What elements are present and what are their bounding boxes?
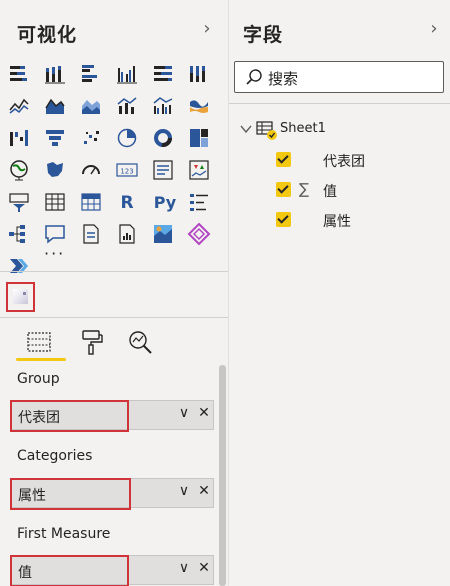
sheet-table-label[interactable]: Sheet1 <box>280 121 326 136</box>
treemap-icon[interactable] <box>187 126 211 150</box>
slicer-icon[interactable] <box>7 190 31 214</box>
field-label: 代表团 <box>323 154 365 170</box>
visualizations-pane: 可视化 › 123 R Py ··· Group 代表团 ∨ ✕ Categor… <box>0 0 229 586</box>
table-icon <box>256 121 277 140</box>
table-icon[interactable] <box>43 190 67 214</box>
decomposition-tree-icon[interactable] <box>7 222 31 246</box>
power-automate-icon[interactable] <box>7 254 31 278</box>
area-chart-icon[interactable] <box>43 94 67 118</box>
scatter-chart-icon[interactable] <box>79 126 103 150</box>
visualizations-title: 可视化 <box>17 24 78 46</box>
field-item[interactable]: ∑ 值 <box>276 180 426 200</box>
python-visual-icon[interactable]: Py <box>151 190 179 214</box>
close-icon[interactable]: ✕ <box>196 483 212 503</box>
search-divider <box>229 103 450 104</box>
collapse-fields-chevron-right-icon[interactable]: › <box>426 18 442 40</box>
fields-tab-icon[interactable] <box>25 328 53 356</box>
fields-title: 字段 <box>243 24 284 46</box>
r-label: R <box>120 193 133 213</box>
field-checkbox[interactable] <box>276 212 291 227</box>
line-and-clustered-column-chart-icon[interactable] <box>151 94 175 118</box>
ribbon-chart-icon[interactable] <box>187 94 211 118</box>
matrix-icon[interactable] <box>79 190 103 214</box>
stacked-column-chart-icon[interactable] <box>43 62 67 86</box>
close-icon[interactable]: ✕ <box>196 560 212 580</box>
analytics-tab-icon[interactable] <box>126 328 154 356</box>
collapse-visualizations-chevron-right-icon[interactable]: › <box>199 18 215 40</box>
categories-well-label: Categories <box>17 448 93 464</box>
first-measure-well-label: First Measure <box>17 526 111 542</box>
py-label: Py <box>154 193 177 212</box>
qa-icon[interactable] <box>43 222 67 246</box>
gallery-divider <box>0 271 228 272</box>
100-stacked-bar-chart-icon[interactable] <box>151 62 175 86</box>
stacked-bar-chart-icon[interactable] <box>7 62 31 86</box>
field-checkbox[interactable] <box>276 152 291 167</box>
filled-map-icon[interactable] <box>43 158 67 182</box>
100-stacked-column-chart-icon[interactable] <box>187 62 211 86</box>
wells-scrollbar[interactable] <box>219 365 226 586</box>
card-label: 123 <box>120 168 133 176</box>
line-and-stacked-column-chart-icon[interactable] <box>115 94 139 118</box>
stacked-area-chart-icon[interactable] <box>79 94 103 118</box>
group-well-label: Group <box>17 371 60 387</box>
close-icon[interactable]: ✕ <box>196 405 212 425</box>
donut-chart-icon[interactable] <box>151 126 175 150</box>
categories-well[interactable]: 属性 ∨ ✕ <box>10 478 214 510</box>
gauge-icon[interactable] <box>79 158 103 182</box>
custom-visual-thumbnail <box>13 289 28 304</box>
line-chart-icon[interactable] <box>7 94 31 118</box>
tabs-divider <box>0 317 228 318</box>
categories-well-value: 属性 <box>18 488 46 504</box>
map-icon[interactable] <box>7 158 31 182</box>
search-icon <box>246 69 262 85</box>
multi-row-card-icon[interactable] <box>151 158 175 182</box>
format-tab-icon[interactable] <box>78 328 106 356</box>
paginated-report-icon[interactable] <box>115 222 139 246</box>
search-placeholder: 搜索 <box>268 70 299 88</box>
sigma-icon: ∑ <box>299 180 310 198</box>
active-tab-indicator <box>16 358 66 361</box>
search-input[interactable]: 搜索 <box>234 61 444 93</box>
chevron-down-icon[interactable]: ∨ <box>176 483 192 503</box>
first-measure-well[interactable]: 值 ∨ ✕ <box>10 555 214 586</box>
fields-pane: 字段 › 搜索 Sheet1 代表团 ∑ 值 属性 <box>229 0 450 586</box>
chevron-down-icon[interactable] <box>239 122 253 136</box>
card-icon[interactable]: 123 <box>115 158 139 182</box>
clustered-bar-chart-icon[interactable] <box>79 62 103 86</box>
chevron-down-icon[interactable]: ∨ <box>176 560 192 580</box>
smart-narrative-icon[interactable] <box>79 222 103 246</box>
group-well[interactable]: 代表团 ∨ ✕ <box>10 400 214 432</box>
key-influencers-icon[interactable] <box>187 190 211 214</box>
waterfall-chart-icon[interactable] <box>7 126 31 150</box>
power-apps-icon[interactable] <box>187 222 211 246</box>
field-label: 值 <box>323 184 337 200</box>
first-measure-well-value: 值 <box>18 565 32 581</box>
arcgis-map-icon[interactable] <box>151 222 175 246</box>
field-item[interactable]: 代表团 <box>276 150 426 170</box>
clustered-column-chart-icon[interactable] <box>115 62 139 86</box>
kpi-icon[interactable] <box>187 158 211 182</box>
custom-visual-icon[interactable] <box>6 282 35 312</box>
field-checkbox[interactable] <box>276 182 291 197</box>
field-item[interactable]: 属性 <box>276 210 426 230</box>
chevron-down-icon[interactable]: ∨ <box>176 405 192 425</box>
funnel-chart-icon[interactable] <box>43 126 67 150</box>
more-visuals-button[interactable]: ··· <box>44 244 65 263</box>
pie-chart-icon[interactable] <box>115 126 139 150</box>
r-script-visual-icon[interactable]: R <box>115 190 139 214</box>
field-label: 属性 <box>323 214 351 230</box>
group-well-value: 代表团 <box>18 410 60 426</box>
